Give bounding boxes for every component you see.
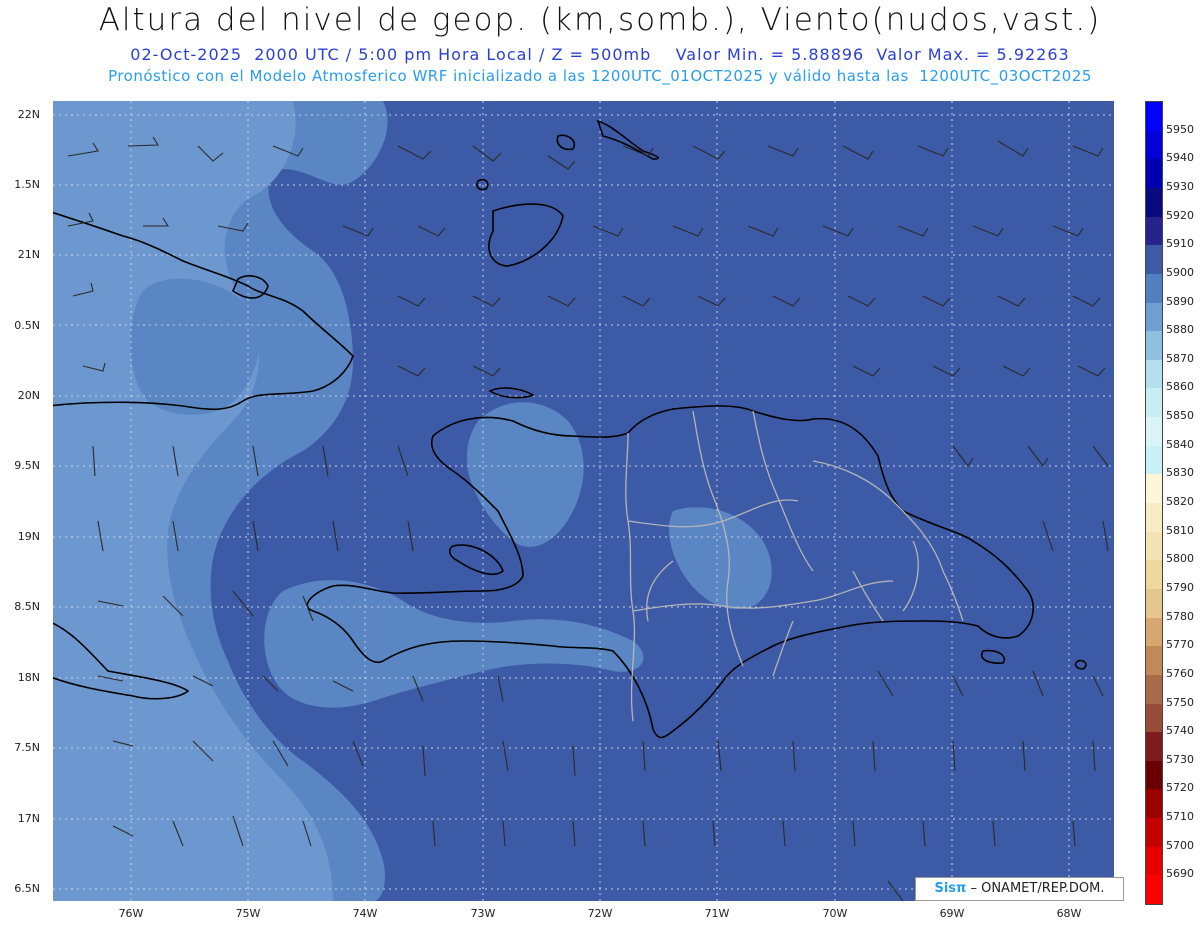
tortuga-island xyxy=(488,387,535,399)
color-legend-bar xyxy=(1145,101,1163,905)
color-legend-label: 5780 xyxy=(1166,609,1194,623)
lat-label: 7.5N xyxy=(14,741,40,754)
color-legend-label: 5760 xyxy=(1166,666,1194,680)
geopotential-map[interactable] xyxy=(53,101,1114,901)
mona-island xyxy=(1074,659,1087,670)
lon-label: 68W xyxy=(1056,907,1082,920)
color-legend-swatch xyxy=(1146,417,1162,447)
lat-label: 21N xyxy=(17,248,40,261)
color-legend-swatch xyxy=(1146,703,1162,733)
color-legend-swatch xyxy=(1146,130,1162,160)
color-legend-swatch xyxy=(1146,617,1162,647)
lon-label: 70W xyxy=(822,907,848,920)
color-legend-swatch xyxy=(1146,531,1162,561)
color-legend-label: 5800 xyxy=(1166,552,1194,566)
color-legend-label: 5740 xyxy=(1166,724,1194,738)
color-legend-swatch xyxy=(1146,646,1162,676)
color-legend-label: 5850 xyxy=(1166,409,1194,423)
color-legend-swatch xyxy=(1146,560,1162,590)
lat-label: 19N xyxy=(17,530,40,543)
color-legend-swatch xyxy=(1146,331,1162,361)
lat-label: 0.5N xyxy=(14,319,40,332)
lat-label: 6.5N xyxy=(14,882,40,895)
color-legend-label: 5820 xyxy=(1166,495,1194,508)
color-legend-swatch xyxy=(1146,273,1162,303)
lat-label: 20N xyxy=(17,389,40,402)
lon-label: 74W xyxy=(352,907,378,920)
color-legend-swatch xyxy=(1146,474,1162,504)
color-legend-swatch xyxy=(1146,216,1162,246)
saona-island xyxy=(981,649,1005,664)
lat-label: 18N xyxy=(17,671,40,684)
credit-org: – ONAMET/REP.DOM. xyxy=(970,881,1105,896)
color-legend-label: 5870 xyxy=(1166,351,1194,365)
map-canvas xyxy=(53,101,1114,901)
color-legend-label: 5860 xyxy=(1166,380,1194,394)
color-legend-swatch xyxy=(1146,760,1162,790)
color-legend-swatch xyxy=(1146,388,1162,418)
shade-haiti-south xyxy=(264,580,644,708)
shade-haiti-north xyxy=(466,402,584,547)
sispi-logo: Sisπ xyxy=(934,881,967,896)
color-legend-swatch xyxy=(1146,245,1162,275)
color-legend-swatch xyxy=(1146,674,1162,704)
lon-label: 69W xyxy=(939,907,965,920)
color-legend-swatch xyxy=(1146,875,1162,905)
color-legend-swatch xyxy=(1146,187,1162,218)
map-subtitle-model: Pronóstico con el Modelo Atmosferico WRF… xyxy=(108,67,1092,85)
lon-label: 73W xyxy=(470,907,496,920)
map-subtitle-time: 02-Oct-2025 2000 UTC / 5:00 pm Hora Loca… xyxy=(130,45,1070,64)
color-legend-swatch xyxy=(1146,732,1162,762)
color-legend-label: 5940 xyxy=(1166,151,1194,165)
lon-label: 76W xyxy=(118,907,144,920)
credit-box: Sisπ – ONAMET/REP.DOM. xyxy=(915,877,1124,901)
color-legend-swatch xyxy=(1146,445,1162,475)
color-legend-swatch xyxy=(1146,588,1162,619)
color-legend-label: 5920 xyxy=(1166,208,1194,222)
color-legend-label: 5690 xyxy=(1166,867,1194,881)
shade-dr-center xyxy=(668,507,772,610)
province-borders xyxy=(625,410,964,722)
color-legend-label: 5900 xyxy=(1166,265,1194,279)
color-legend-swatch xyxy=(1146,818,1162,848)
color-legend-swatch xyxy=(1146,789,1162,819)
map-title: Altura del nivel de geop. (km,somb.), Vi… xyxy=(98,2,1102,38)
color-legend-label: 5750 xyxy=(1166,695,1194,709)
color-legend-label: 5770 xyxy=(1166,638,1194,652)
color-legend-label: 5790 xyxy=(1166,580,1194,594)
color-legend-label: 5840 xyxy=(1166,437,1194,451)
color-legend-swatch xyxy=(1146,359,1162,389)
lon-label: 75W xyxy=(235,907,261,920)
color-legend-label: 5830 xyxy=(1166,466,1194,480)
color-legend-label: 5710 xyxy=(1166,810,1194,824)
color-legend-swatch xyxy=(1146,503,1162,533)
bahamas-island-1 xyxy=(488,203,564,267)
gonave-island xyxy=(448,544,504,576)
color-legend-label: 5890 xyxy=(1166,294,1194,308)
color-legend-swatch xyxy=(1146,102,1162,132)
lat-label: 9.5N xyxy=(14,459,40,472)
color-legend-label: 5950 xyxy=(1166,122,1194,136)
color-legend-swatch xyxy=(1146,846,1162,876)
color-legend-swatch xyxy=(1146,302,1162,332)
color-legend-label: 5880 xyxy=(1166,323,1194,337)
color-legend-label: 5720 xyxy=(1166,781,1194,795)
lat-label: 22N xyxy=(17,108,40,121)
color-legend-label: 5910 xyxy=(1166,237,1194,251)
color-legend-label: 5730 xyxy=(1166,752,1194,766)
bahamas-island-3 xyxy=(556,134,576,151)
lat-label: 17N xyxy=(17,812,40,825)
color-legend-label: 5700 xyxy=(1166,838,1194,852)
lon-label: 71W xyxy=(704,907,730,920)
lat-label: 1.5N xyxy=(14,178,40,191)
lat-label: 8.5N xyxy=(14,600,40,613)
color-legend-label: 5810 xyxy=(1166,523,1194,537)
color-legend-swatch xyxy=(1146,159,1162,189)
lon-label: 72W xyxy=(587,907,613,920)
color-legend-label: 5930 xyxy=(1166,179,1194,193)
